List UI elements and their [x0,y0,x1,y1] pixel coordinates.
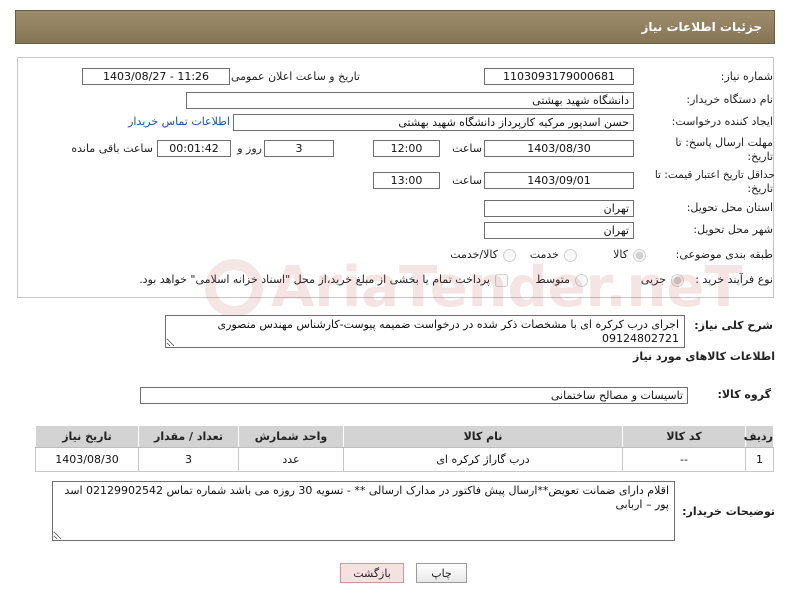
treasury-option[interactable]: پرداخت تمام یا بخشی از مبلغ خرید،از محل … [139,273,508,287]
process-radio-medium[interactable] [575,273,588,287]
requester-field[interactable] [233,114,634,131]
description-textarea[interactable]: اجرای درب کرکره ای با مشخصات ذکر شده در … [165,315,685,348]
delivery-city-field[interactable] [484,222,634,239]
category-label: طبقه بندی موضوعی: [675,248,773,261]
price-validity-label: حداقل تاریخ اعتبار قیمت: تا [654,169,775,181]
delivery-province-label: استان محل تحویل: [686,201,773,214]
page-header: جزئیات اطلاعات نیاز [15,10,775,44]
process-option-medium-label: متوسط [535,273,570,286]
reply-deadline-label-date: تاریخ: [747,150,773,163]
description-label: شرح کلی نیاز: [694,319,773,332]
category-option-goods-service-label: کالا/خدمت [450,248,498,261]
category-option-service[interactable]: خدمت [530,248,577,262]
remaining-time-field[interactable] [157,140,231,157]
treasury-checkbox-label: پرداخت تمام یا بخشی از مبلغ خرید،از محل … [139,273,490,286]
category-radio-service[interactable] [564,248,577,262]
requester-label: ایجاد کننده درخواست: [671,115,773,128]
reply-time-field[interactable] [373,140,440,157]
treasury-checkbox[interactable] [495,273,508,287]
delivery-province-field[interactable] [484,200,634,217]
col-header-need-date: تاریخ نیاز [35,425,139,448]
announce-datetime-field[interactable] [82,68,230,85]
cell-item-code: -- [622,447,746,472]
category-radio-goods-service[interactable] [503,248,516,262]
process-option-medium[interactable]: متوسط [535,273,588,287]
price-validity-time-label: ساعت [452,174,482,187]
reply-date-field[interactable] [484,140,634,157]
item-group-field[interactable] [140,387,688,404]
need-number-field[interactable] [484,68,634,85]
cell-item-name: درب گاراژ کرکره ای [343,447,623,472]
process-type-label: نوع فرآیند خرید : [695,273,773,286]
category-option-goods-service[interactable]: کالا/خدمت [450,248,516,262]
category-option-goods[interactable]: کالا [613,248,646,262]
col-header-item-name: نام کالا [343,425,623,448]
category-option-goods-label: کالا [613,248,628,261]
back-button[interactable]: بازگشت [340,563,404,583]
print-button[interactable]: چاپ [416,563,467,583]
process-radio-minor[interactable] [671,273,684,287]
items-section-heading: اطلاعات کالاهای مورد نیاز [633,350,775,363]
price-validity-time-field[interactable] [373,172,440,189]
need-number-label: شماره نیاز: [720,70,773,83]
buyer-notes-label: توضیحات خریدار: [682,505,775,518]
buyer-org-label: نام دستگاه خریدار: [686,93,773,106]
remaining-time-label: ساعت باقی مانده [71,142,153,155]
col-header-item-code: کد کالا [622,425,746,448]
delivery-city-label: شهر محل تحویل: [693,223,773,236]
col-header-quantity: تعداد / مقدار [138,425,239,448]
days-label: روز و [237,142,262,155]
process-option-minor[interactable]: جزیی [641,273,684,287]
reply-time-label: ساعت [452,142,482,155]
table-row[interactable]: 1 -- درب گاراژ کرکره ای عدد 3 1403/08/30 [35,447,774,472]
item-group-label: گروه کالا: [717,388,771,401]
announce-datetime-label: تاریخ و ساعت اعلان عمومی: [227,70,360,83]
col-header-unit: واحد شمارش [238,425,344,448]
cell-quantity: 3 [138,447,239,472]
cell-row-number: 1 [745,447,774,472]
items-table-header: ردیف کد کالا نام کالا واحد شمارش تعداد /… [35,425,774,448]
cell-need-date: 1403/08/30 [35,447,139,472]
buyer-contact-link[interactable]: اطلاعات تماس خریدار [128,115,230,129]
buyer-notes-textarea[interactable]: اقلام دارای ضمانت تعویض**ارسال پیش فاکتو… [52,481,675,541]
category-radio-goods[interactable] [633,248,646,262]
process-option-minor-label: جزیی [640,273,666,286]
items-table: ردیف کد کالا نام کالا واحد شمارش تعداد /… [35,425,774,472]
col-header-row-number: ردیف [744,425,774,448]
reply-deadline-label: مهلت ارسال پاسخ: تا [675,136,773,149]
page-title: جزئیات اطلاعات نیاز [641,20,762,34]
price-validity-label-date: تاریخ: [747,182,773,195]
buyer-org-field[interactable] [186,92,634,109]
price-validity-date-field[interactable] [484,172,634,189]
category-option-service-label: خدمت [529,248,559,261]
remaining-days-field[interactable] [264,140,334,157]
cell-unit: عدد [238,447,344,472]
